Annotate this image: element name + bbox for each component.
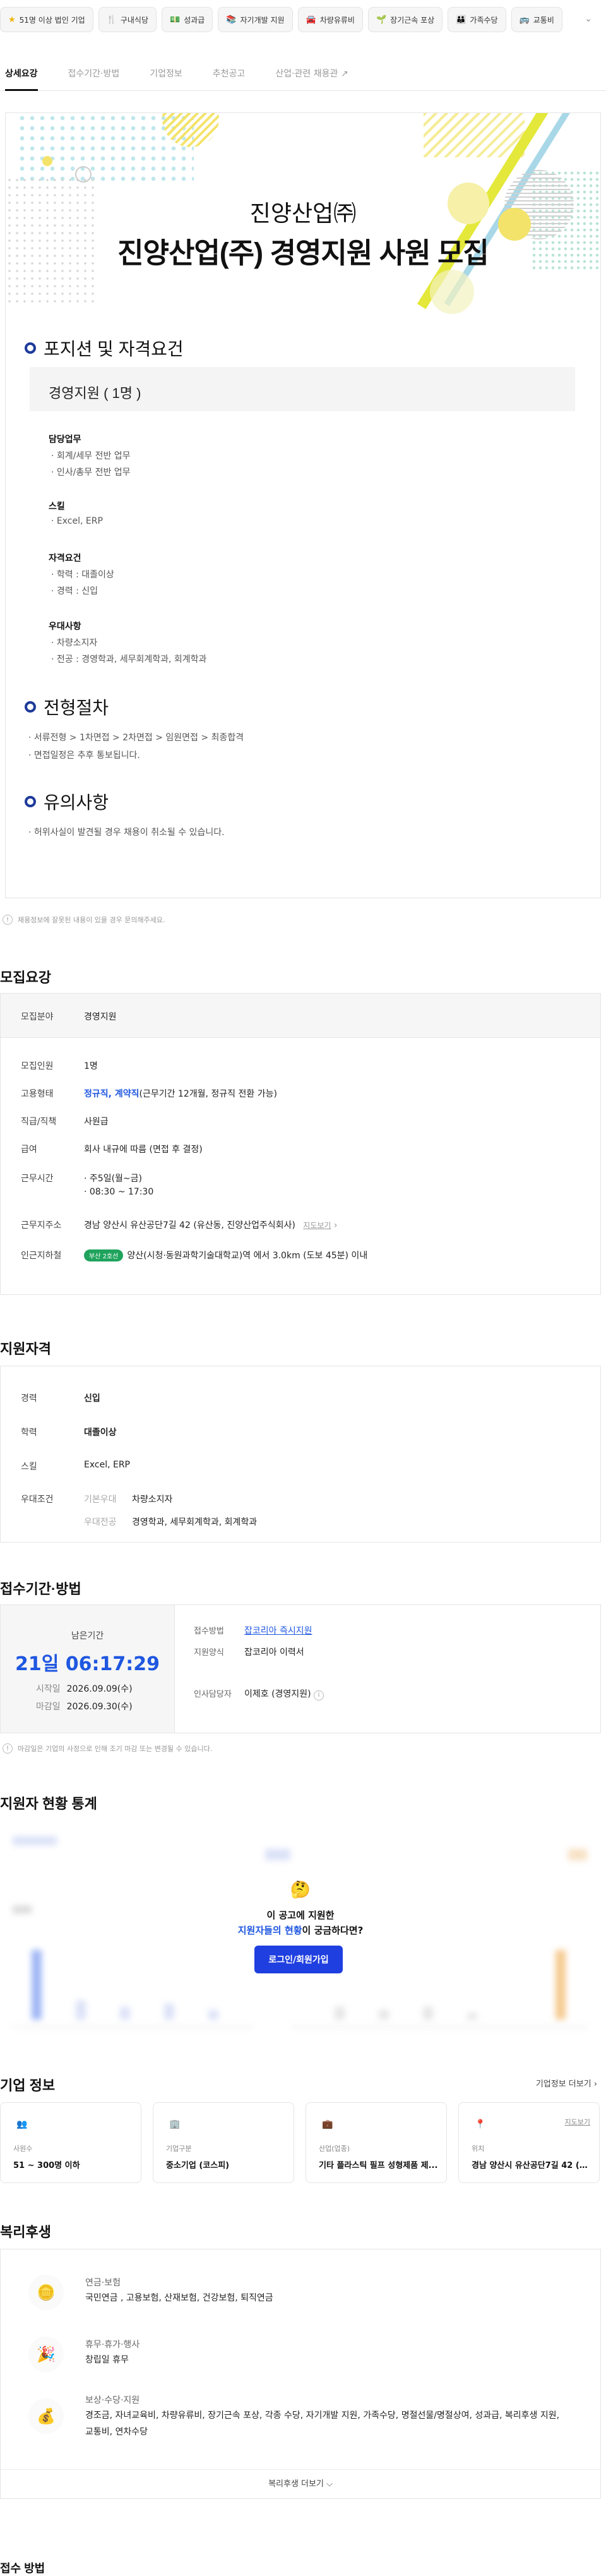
external-link-icon: ↗ — [340, 69, 348, 79]
pension-icon: 🪙 — [28, 2275, 64, 2310]
list-item: · 인사/총무 전반 업무 — [51, 467, 131, 478]
info-icon[interactable]: i — [314, 1690, 324, 1700]
section-heading-process: 전형절차 — [25, 694, 109, 719]
group-title: 자격요건 — [49, 553, 81, 563]
tab-company[interactable]: 기업정보 — [150, 58, 182, 91]
section-title-welfare: 복리후생 — [0, 2224, 51, 2240]
start-date: 2026.09.09(수) — [66, 1684, 133, 1694]
benefit-tag[interactable]: ★ 51명 이상 법인 기업 — [0, 7, 93, 32]
company-card-employees: 👥 사원수 51 ~ 300명 이하 — [0, 2102, 141, 2183]
benefit-tag[interactable]: 🍴 구내식당 — [98, 7, 157, 32]
tab-period[interactable]: 접수기간·방법 — [68, 58, 120, 91]
benefit-tag[interactable]: 👪 가족수당 — [448, 7, 506, 32]
countdown: 21일 06:17:29 — [15, 1653, 160, 1675]
list-item: · 회계/세무 전반 업무 — [51, 451, 131, 461]
chevron-down-icon[interactable]: ⌄ — [585, 14, 592, 24]
people-icon: 👥 — [16, 2119, 28, 2129]
tab-detail[interactable]: 상세요강 — [5, 58, 38, 91]
group-title: 스킬 — [49, 502, 65, 512]
company-name: 진양산업㈜ — [249, 200, 357, 226]
map-link[interactable]: 지도보기 — [565, 2117, 590, 2127]
group-title: 담당업무 — [49, 435, 81, 445]
car-icon: 🚘 — [306, 15, 316, 25]
decor-circle — [75, 166, 92, 183]
summary-header: 모집분야 경영지원 — [1, 994, 600, 1038]
fork-icon: 🍴 — [106, 15, 117, 25]
section-title-apply-method: 접수 방법 — [0, 2562, 45, 2575]
tab-industry[interactable]: 산업·관련 채용관 ↗ — [275, 58, 348, 91]
company-card-location: 📍 지도보기 위치 경남 양산시 유산공단7길 42 (유... — [458, 2102, 600, 2183]
bullet-icon — [25, 701, 36, 713]
section-title-stats: 지원자 현황 통계 — [0, 1796, 97, 1812]
end-date: 2026.09.30(수) — [66, 1702, 133, 1712]
benefit-tag[interactable]: 💵 성과급 — [162, 7, 213, 32]
detail-tabs: 상세요강 접수기간·방법 기업정보 추천공고 산업·관련 채용관 ↗ — [0, 58, 606, 91]
subway-line-badge: 부산 2호선 — [84, 1249, 124, 1261]
info-icon: ! — [3, 915, 13, 925]
company-more-link[interactable]: 기업정보 더보기 › — [536, 2077, 597, 2089]
group-title: 우대사항 — [49, 622, 81, 632]
position-title-box: 경영지원 ( 1명 ) — [30, 367, 575, 411]
hero-banner: 진양산업㈜ 진양산업(주) 경영지원 사원 모집 — [6, 113, 600, 340]
location-pin-icon: 📍 — [475, 2119, 486, 2129]
job-detail-card: 진양산업㈜ 진양산업(주) 경영지원 사원 모집 포지션 및 자격요건 경영지원… — [5, 112, 601, 898]
map-link[interactable]: 지도보기 — [303, 1221, 331, 1230]
bus-icon: 🚌 — [519, 15, 530, 25]
company-card-industry: 💼 산업(업종) 기타 플라스틱 필프 성형제품 제... — [306, 2102, 447, 2183]
building-icon: 🏢 — [169, 2119, 181, 2129]
list-item: · 서류전형 > 1차면접 > 2차면접 > 임원면접 > 최종합격 — [28, 733, 244, 743]
chevron-right-icon: › — [333, 1220, 338, 1231]
list-item: · 면접일정은 추후 통보됩니다. — [28, 750, 140, 761]
qualify-table: 경력 신입 학력 대졸이상 스킬 Excel, ERP 우대조건 기본우대 차량소지자 우… — [0, 1366, 601, 1543]
benefit-tag[interactable]: 🚌 교통비 — [511, 7, 562, 32]
company-card-type: 🏢 기업구분 중소기업 (코스피) — [153, 2102, 294, 2183]
decor-circle — [430, 270, 474, 314]
star-icon: ★ — [8, 15, 16, 25]
decor-wave — [424, 113, 525, 157]
divider — [1, 2469, 600, 2470]
applicant-stats: 🤔 이 공고에 지원한 지원자들의 현황이 궁금하다면? 로그인/회원가입 — [0, 1824, 601, 2064]
briefcase-icon: 💼 — [322, 2119, 333, 2129]
welfare-more-button[interactable]: 복리후생 더보기 ⌵ — [1, 2477, 600, 2489]
book-icon: 📚 — [226, 15, 237, 25]
summary-table: 모집분야 경영지원 모집인원 1명 고용형태 정규직, 계약직(근무기간 12개월,… — [0, 993, 601, 1295]
period-box: 남은기간 21일 06:17:29 시작일 2026.09.09(수) 마감일 20… — [0, 1604, 601, 1733]
list-item: · 차량소지자 — [51, 638, 98, 648]
list-item: · 허위사실이 발견될 경우 채용이 취소될 수 있습니다. — [28, 828, 225, 838]
apply-method-link[interactable]: 잡코리아 즉시지원 — [244, 1624, 312, 1637]
section-title-period: 접수기간·방법 — [0, 1581, 81, 1597]
plant-icon: 🌱 — [376, 15, 387, 25]
job-title: 진양산업(주) 경영지원 사원 모집 — [117, 237, 489, 269]
benefit-tag-bar: ★ 51명 이상 법인 기업 🍴 구내식당 💵 성과급 📚 자기개발 지원 🚘 차량유류비… — [0, 0, 606, 39]
tab-recommend[interactable]: 추천공고 — [213, 58, 246, 91]
list-item: · Excel, ERP — [51, 516, 103, 526]
report-notice[interactable]: ! 채용정보에 잘못된 내용이 있을 경우 문의해주세요. — [3, 915, 165, 925]
benefit-tag[interactable]: 🌱 장기근속 포상 — [367, 7, 443, 32]
section-title-qualify: 지원자격 — [0, 1341, 51, 1357]
section-heading-position: 포지션 및 자격요건 — [25, 335, 184, 361]
info-icon: ! — [3, 1743, 13, 1754]
period-notice: ! 마감일은 기업의 사정으로 인해 조기 마감 또는 변경될 수 있습니다. — [3, 1743, 212, 1754]
section-heading-caution: 유의사항 — [25, 789, 109, 814]
list-item: · 경력 : 신입 — [51, 586, 98, 596]
money-bag-icon: 💰 — [28, 2398, 64, 2434]
benefit-tag[interactable]: 📚 자기개발 지원 — [218, 7, 293, 32]
login-button[interactable]: 로그인/회원가입 — [254, 1946, 343, 1973]
list-item: · 전공 : 경영학과, 세무회계학과, 회계학과 — [51, 654, 207, 665]
family-icon: 👪 — [456, 15, 466, 25]
benefit-tag[interactable]: 🚘 차량유류비 — [297, 7, 363, 32]
welfare-card: 🪙 연금·보험 국민연금 , 고용보험, 산재보험, 건강보험, 퇴직연금 🎉 … — [0, 2249, 601, 2499]
remaining-time-panel: 남은기간 21일 06:17:29 시작일 2026.09.09(수) 마감일 20… — [1, 1605, 175, 1733]
money-icon: 💵 — [170, 15, 181, 25]
bullet-icon — [25, 796, 36, 807]
decor-circle — [42, 156, 52, 166]
section-title-summary: 모집요강 — [0, 970, 51, 985]
bullet-icon — [25, 342, 36, 354]
thinking-face-icon: 🤔 — [290, 1881, 311, 1899]
section-title-company: 기업 정보 — [0, 2078, 56, 2093]
party-icon: 🎉 — [28, 2337, 64, 2372]
list-item: · 학력 : 대졸이상 — [51, 570, 114, 580]
login-prompt: 🤔 이 공고에 지원한 지원자들의 현황이 궁금하다면? 로그인/회원가입 — [0, 1824, 601, 2064]
